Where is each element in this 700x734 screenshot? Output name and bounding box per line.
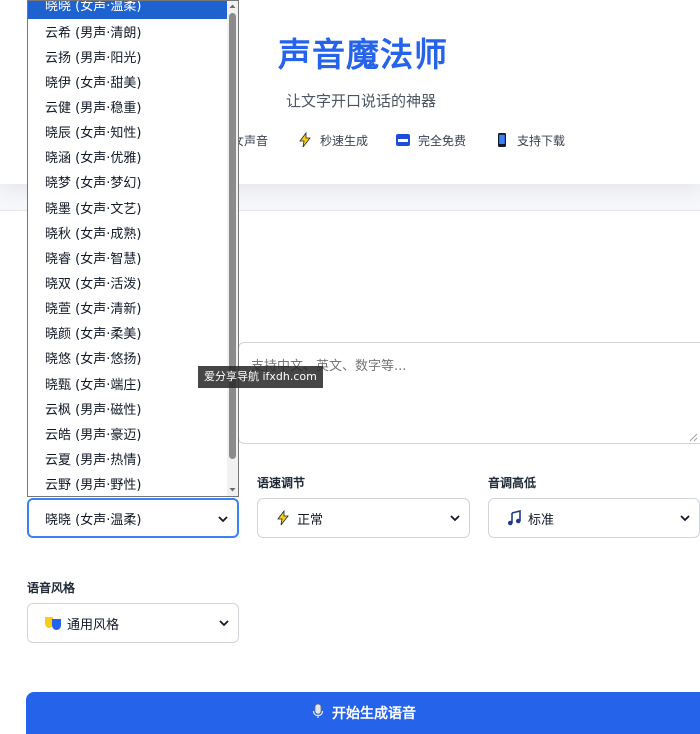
pitch-label: 音调高低 [488,476,537,490]
feature-free-label: 完全免费 [418,133,467,148]
voice-option[interactable]: 晓晓 (女声·温柔) [28,1,228,19]
voice-select[interactable]: 晓晓 (女声·温柔) [27,498,239,538]
voice-option[interactable]: 云野 (男声·野性) [28,473,228,496]
scroll-up-arrow-icon[interactable] [229,3,236,10]
chevron-down-icon [680,515,690,522]
generate-button-label: 开始生成语音 [332,706,416,722]
feature-fast-label: 秒速生成 [320,133,369,148]
feature-free: 完全免费 [394,131,466,149]
scroll-down-arrow-icon[interactable] [229,486,236,493]
voice-option[interactable]: 云希 (男声·清朗) [28,21,228,46]
voice-option[interactable]: 云枫 (男声·磁性) [28,398,228,423]
watermark: 爱分享导航 ifxdh.com [198,366,323,388]
app-title: 声音魔法师 [278,35,448,74]
voice-option[interactable]: 晓萱 (女声·清新) [28,297,228,322]
chevron-down-icon [450,515,460,522]
feature-fast: 秒速生成 [296,131,368,149]
voice-option[interactable]: 云夏 (男声·热情) [28,448,228,473]
free-badge-icon [394,131,412,149]
phone-icon [493,131,511,149]
app-subtitle: 让文字开口说话的神器 [286,92,437,110]
resize-grip-icon[interactable] [688,432,698,442]
lightning-icon [274,509,292,527]
scrollbar-thumb[interactable] [229,13,236,459]
speed-select-value: 正常 [297,512,324,528]
generate-button[interactable]: 开始生成语音 [26,692,700,734]
voice-option[interactable]: 晓颜 (女声·柔美) [28,322,228,347]
dropdown-scrollbar[interactable] [227,1,238,496]
style-label: 语音风格 [27,581,76,595]
voice-option[interactable]: 晓墨 (女声·文艺) [28,197,228,222]
voice-option[interactable]: 晓睿 (女声·智慧) [28,247,228,272]
voice-option[interactable]: 晓伊 (女声·甜美) [28,71,228,96]
voice-option[interactable]: 云扬 (男声·阳光) [28,46,228,71]
chevron-down-icon [218,516,228,523]
voice-option[interactable]: 晓双 (女声·活泼) [28,272,228,297]
pitch-select[interactable]: 标准 [488,498,700,538]
voice-dropdown-list[interactable]: 晓晓 (女声·温柔) 云希 (男声·清朗) 云扬 (男声·阳光) 晓伊 (女声·… [27,0,239,497]
speed-label: 语速调节 [257,476,306,490]
voice-option[interactable]: 晓秋 (女声·成熟) [28,222,228,247]
theater-masks-icon [44,614,62,632]
voice-option[interactable]: 晓涵 (女声·优雅) [28,146,228,171]
text-input[interactable] [238,342,700,444]
style-select-value: 通用风格 [67,617,120,633]
voice-option[interactable]: 云健 (男声·稳重) [28,96,228,121]
feature-download: 支持下载 [493,131,565,149]
style-select[interactable]: 通用风格 [27,603,239,643]
chevron-down-icon [219,620,229,627]
pitch-select-value: 标准 [528,512,555,528]
voice-option[interactable]: 晓辰 (女声·知性) [28,121,228,146]
voice-option[interactable]: 云皓 (男声·豪迈) [28,423,228,448]
music-note-icon [505,509,523,527]
feature-download-label: 支持下载 [517,133,566,148]
lightning-icon [296,131,314,149]
microphone-icon [310,703,326,723]
speed-select[interactable]: 正常 [257,498,470,538]
voice-select-value: 晓晓 (女声·温柔) [45,512,142,528]
voice-option[interactable]: 晓梦 (女声·梦幻) [28,171,228,196]
